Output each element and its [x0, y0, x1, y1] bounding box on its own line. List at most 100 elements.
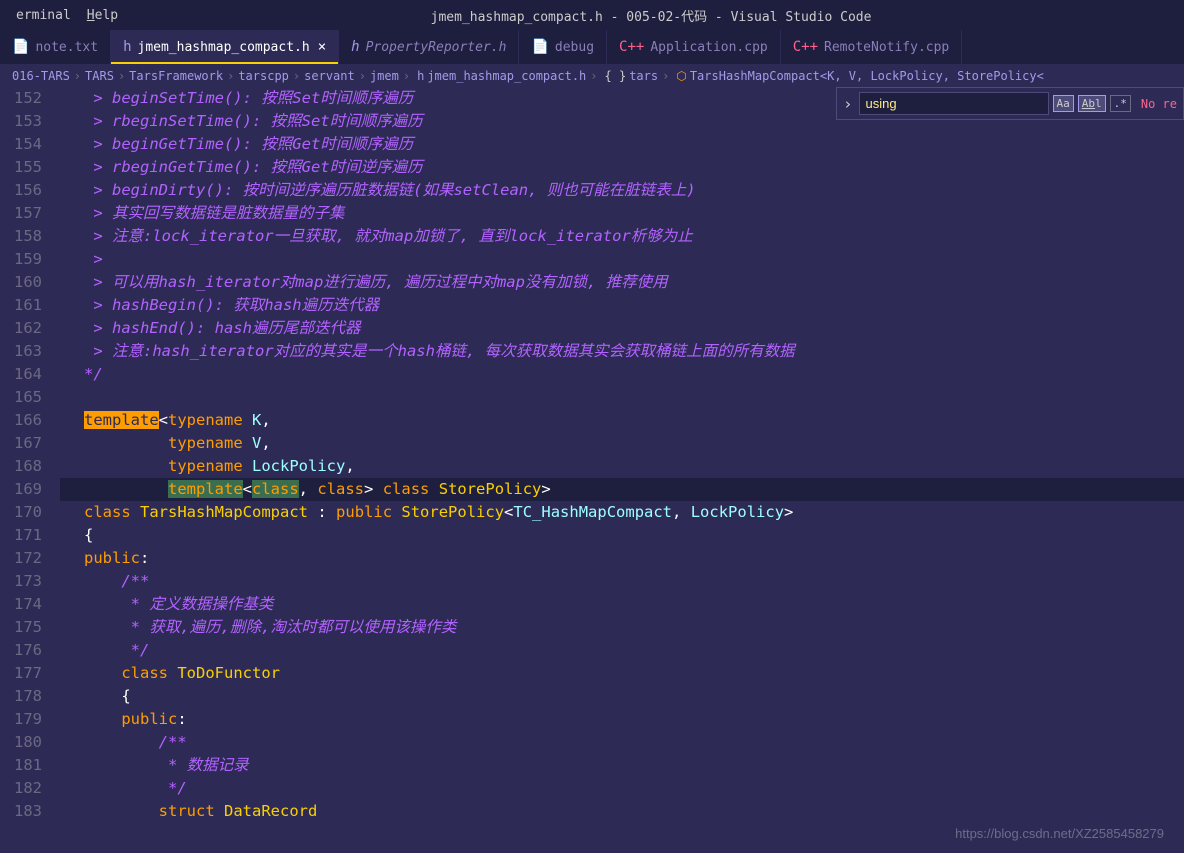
code-line[interactable]: public:	[60, 708, 1184, 731]
code-line[interactable]: */	[60, 777, 1184, 800]
find-widget: › Aa Abl .* No re	[836, 87, 1184, 120]
code-line[interactable]: class TarsHashMapCompact : public StoreP…	[60, 501, 1184, 524]
code-line[interactable]: > beginDirty(): 按时间逆序遍历脏数据链(如果setClean, …	[60, 179, 1184, 202]
file-icon: C++	[619, 39, 644, 55]
tab-0[interactable]: 📄 note.txt	[0, 30, 111, 64]
file-icon: C++	[793, 39, 818, 55]
code-line[interactable]: > hashEnd(): hash遍历尾部迭代器	[60, 317, 1184, 340]
breadcrumb-item[interactable]: jmem	[370, 69, 399, 83]
find-expand-icon[interactable]: ›	[843, 95, 852, 113]
code-line[interactable]: */	[60, 639, 1184, 662]
code-line[interactable]: {	[60, 524, 1184, 547]
chevron-right-icon: ›	[403, 69, 410, 83]
line-number: 155	[0, 156, 42, 179]
line-number: 176	[0, 639, 42, 662]
watermark-text: https://blog.csdn.net/XZ2585458279	[955, 826, 1164, 841]
tab-label: PropertyReporter.h	[366, 40, 507, 55]
tab-5[interactable]: C++ RemoteNotify.cpp	[781, 30, 963, 64]
tab-label: Application.cpp	[650, 40, 767, 55]
line-number: 159	[0, 248, 42, 271]
line-number: 154	[0, 133, 42, 156]
line-number: 157	[0, 202, 42, 225]
code-line[interactable]: > rbeginGetTime(): 按照Get时间逆序遍历	[60, 156, 1184, 179]
code-line[interactable]: template<class, class> class StorePolicy…	[60, 478, 1184, 501]
line-number: 171	[0, 524, 42, 547]
breadcrumb-item[interactable]: TARS	[85, 69, 114, 83]
code-line[interactable]: > 可以用hash_iterator对map进行遍历, 遍历过程中对map没有加…	[60, 271, 1184, 294]
line-number: 181	[0, 754, 42, 777]
chevron-right-icon: ›	[662, 69, 669, 83]
menu-terminal[interactable]: erminal	[8, 8, 79, 23]
line-number: 178	[0, 685, 42, 708]
code-line[interactable]: * 获取,遍历,删除,淘汰时都可以使用该操作类	[60, 616, 1184, 639]
namespace-icon: { }	[605, 69, 627, 83]
window-title: jmem_hashmap_compact.h - 005-02-代码 - Vis…	[126, 6, 1176, 25]
tab-3[interactable]: 📄debug	[519, 30, 607, 64]
file-icon: h	[417, 69, 424, 83]
line-number: 172	[0, 547, 42, 570]
code-line[interactable]: > 注意:lock_iterator一旦获取, 就对map加锁了, 直到lock…	[60, 225, 1184, 248]
line-number: 152	[0, 87, 42, 110]
find-whole-word-icon[interactable]: Abl	[1078, 95, 1106, 112]
code-line[interactable]: > 注意:hash_iterator对应的其实是一个hash桶链, 每次获取数据…	[60, 340, 1184, 363]
line-number: 164	[0, 363, 42, 386]
breadcrumb-item[interactable]: TarsFramework	[129, 69, 223, 83]
line-number: 179	[0, 708, 42, 731]
code-line[interactable]: {	[60, 685, 1184, 708]
code-line[interactable]: > beginGetTime(): 按照Get时间顺序遍历	[60, 133, 1184, 156]
file-icon: 📄	[12, 39, 29, 55]
line-number: 182	[0, 777, 42, 800]
breadcrumb-item[interactable]: servant	[304, 69, 355, 83]
tab-4[interactable]: C++ Application.cpp	[607, 30, 781, 64]
code-area[interactable]: > beginSetTime(): 按照Set时间顺序遍历 > rbeginSe…	[60, 87, 1184, 853]
code-line[interactable]: /**	[60, 570, 1184, 593]
code-line[interactable]: * 定义数据操作基类	[60, 593, 1184, 616]
tab-label: debug	[555, 40, 594, 55]
tab-1[interactable]: hjmem_hashmap_compact.h×	[111, 30, 339, 64]
code-line[interactable]: class ToDoFunctor	[60, 662, 1184, 685]
menu-help[interactable]: Help	[79, 8, 126, 23]
code-line[interactable]: >	[60, 248, 1184, 271]
tab-2[interactable]: h PropertyReporter.h	[339, 30, 519, 64]
code-line[interactable]: typename LockPolicy,	[60, 455, 1184, 478]
line-number: 156	[0, 179, 42, 202]
editor: 1521531541551561571581591601611621631641…	[0, 87, 1184, 853]
chevron-right-icon: ›	[118, 69, 125, 83]
breadcrumb-item[interactable]: TarsHashMapCompact<K, V, LockPolicy, Sto…	[690, 69, 1044, 83]
find-result-text: No re	[1141, 97, 1177, 111]
tab-label: note.txt	[35, 40, 98, 55]
breadcrumbs[interactable]: 016-TARS › TARS › TarsFramework › tarscpp › serv…	[0, 65, 1184, 87]
tab-label: RemoteNotify.cpp	[824, 40, 949, 55]
code-line[interactable]: */	[60, 363, 1184, 386]
code-line[interactable]: * 数据记录	[60, 754, 1184, 777]
line-number: 168	[0, 455, 42, 478]
code-line[interactable]	[60, 386, 1184, 409]
code-line[interactable]: > hashBegin(): 获取hash遍历迭代器	[60, 294, 1184, 317]
code-line[interactable]: /**	[60, 731, 1184, 754]
close-icon[interactable]: ×	[318, 39, 326, 55]
code-line[interactable]: struct DataRecord	[60, 800, 1184, 823]
chevron-right-icon: ›	[590, 69, 597, 83]
breadcrumb-item[interactable]: 016-TARS	[12, 69, 70, 83]
code-line[interactable]: > 其实回写数据链是脏数据量的子集	[60, 202, 1184, 225]
tab-label: jmem_hashmap_compact.h	[138, 40, 310, 55]
menubar: erminal Help jmem_hashmap_compact.h - 00…	[0, 0, 1184, 30]
chevron-right-icon: ›	[227, 69, 234, 83]
code-line[interactable]: public:	[60, 547, 1184, 570]
find-input[interactable]	[859, 92, 1049, 115]
line-number: 183	[0, 800, 42, 823]
code-line[interactable]: template<typename K,	[60, 409, 1184, 432]
line-number: 162	[0, 317, 42, 340]
breadcrumb-item[interactable]: tars	[629, 69, 658, 83]
line-number: 175	[0, 616, 42, 639]
chevron-right-icon: ›	[359, 69, 366, 83]
code-line[interactable]: typename V,	[60, 432, 1184, 455]
line-number: 158	[0, 225, 42, 248]
find-regex-icon[interactable]: .*	[1110, 95, 1131, 112]
file-icon: h	[351, 39, 359, 55]
find-case-sensitive-icon[interactable]: Aa	[1053, 95, 1074, 112]
breadcrumb-item[interactable]: tarscpp	[238, 69, 289, 83]
breadcrumb-item[interactable]: jmem_hashmap_compact.h	[427, 69, 586, 83]
line-number: 163	[0, 340, 42, 363]
line-number: 180	[0, 731, 42, 754]
